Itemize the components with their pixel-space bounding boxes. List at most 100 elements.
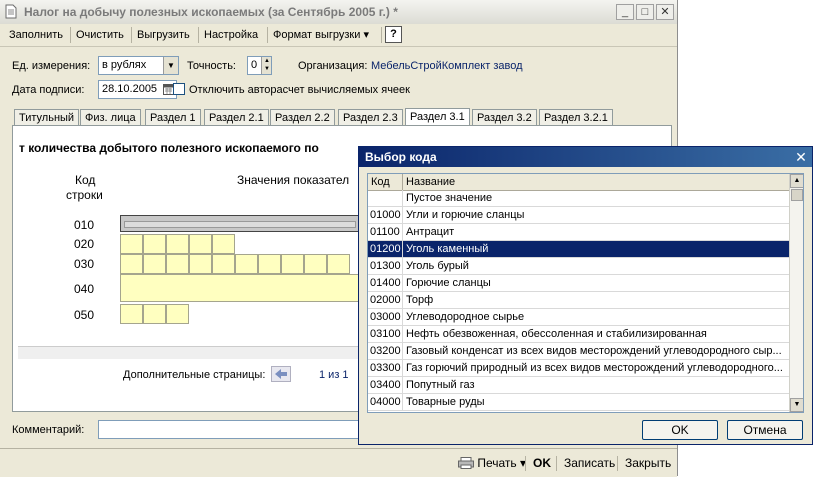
units-select[interactable]: в рублях ▼ bbox=[98, 56, 179, 75]
list-item[interactable]: 01300 Уголь бурый bbox=[368, 258, 789, 275]
col-row-label: строки bbox=[66, 188, 103, 202]
dropdown-arrow-icon[interactable]: ▼ bbox=[163, 57, 178, 74]
row-050-cell[interactable] bbox=[166, 304, 189, 324]
row-010-field[interactable] bbox=[120, 215, 360, 232]
precision-stepper[interactable]: 0 ▲ ▼ bbox=[247, 56, 272, 75]
tab-section-2-3[interactable]: Раздел 2.3 bbox=[338, 109, 403, 125]
list-item[interactable]: 03300 Газ горючий природный из всех видов… bbox=[368, 360, 789, 377]
row-030-cell[interactable] bbox=[120, 254, 143, 274]
tab-section-2-2[interactable]: Раздел 2.2 bbox=[270, 109, 335, 125]
scroll-down-icon[interactable]: ▼ bbox=[790, 398, 803, 412]
chevron-down-icon: ▾ bbox=[363, 29, 369, 41]
list-item[interactable]: 01400 Горючие сланцы bbox=[368, 275, 789, 292]
row-code-010: 010 bbox=[74, 218, 95, 232]
scroll-up-icon[interactable]: ▲ bbox=[790, 174, 803, 188]
tab-section-3-2[interactable]: Раздел 3.2 bbox=[472, 109, 537, 125]
toolbar-separator bbox=[70, 27, 71, 43]
row-030-cell[interactable] bbox=[143, 254, 166, 274]
toolbar: Заполнить Очистить Выгрузить Настройка Ф… bbox=[0, 24, 677, 47]
dialog-title-bar[interactable]: Выбор кода ✕ bbox=[359, 147, 812, 167]
list-item[interactable]: 03200 Газовый конденсат из всех видов мес… bbox=[368, 343, 789, 360]
sign-date-label: Дата подписи: bbox=[12, 84, 85, 96]
code-selection-dialog: Выбор кода ✕ Код Название Пустое значени… bbox=[358, 146, 813, 445]
tab-title[interactable]: Титульный bbox=[14, 109, 80, 125]
comment-input[interactable] bbox=[98, 420, 360, 439]
help-button[interactable]: ? bbox=[385, 26, 402, 43]
settings-button[interactable]: Настройка bbox=[200, 26, 262, 44]
comment-label: Комментарий: bbox=[12, 424, 85, 436]
status-separator bbox=[556, 456, 557, 471]
stepper-arrows-icon[interactable]: ▲ ▼ bbox=[261, 57, 271, 74]
tab-section-2-1[interactable]: Раздел 2.1 bbox=[204, 109, 269, 125]
fill-button[interactable]: Заполнить bbox=[5, 26, 67, 44]
list-item[interactable]: 02000 Торф bbox=[368, 292, 789, 309]
row-020-cell[interactable] bbox=[143, 234, 166, 254]
minimize-button[interactable]: _ bbox=[616, 4, 634, 20]
row-030-cell[interactable] bbox=[258, 254, 281, 274]
horizontal-scrollbar[interactable] bbox=[18, 346, 358, 359]
row-040-field[interactable] bbox=[120, 274, 360, 302]
col-code-label: Код bbox=[75, 173, 96, 187]
vertical-scrollbar[interactable]: ▲ ▼ bbox=[789, 174, 803, 412]
arrow-left-icon[interactable] bbox=[271, 366, 291, 382]
toolbar-separator bbox=[131, 27, 132, 43]
document-icon bbox=[5, 4, 17, 19]
tab-section-1[interactable]: Раздел 1 bbox=[145, 109, 201, 125]
organization-label: Организация: bbox=[298, 60, 368, 72]
list-item[interactable]: 03400 Попутный газ bbox=[368, 377, 789, 394]
scroll-thumb[interactable] bbox=[791, 189, 803, 201]
organization-link[interactable]: МебельСтройКомплект завод bbox=[371, 60, 523, 72]
section-heading: т количества добытого полезного ископаем… bbox=[19, 141, 319, 155]
print-button[interactable]: Печать ▾ bbox=[452, 453, 532, 473]
row-020-cell[interactable] bbox=[166, 234, 189, 254]
dialog-ok-button[interactable]: OK bbox=[642, 420, 718, 440]
close-form-button[interactable]: Закрыть bbox=[619, 453, 677, 473]
precision-label: Точность: bbox=[187, 60, 236, 72]
row-020-cell[interactable] bbox=[189, 234, 212, 254]
clear-button[interactable]: Очистить bbox=[72, 26, 128, 44]
dialog-close-icon[interactable]: ✕ bbox=[793, 149, 809, 165]
row-030-cell[interactable] bbox=[166, 254, 189, 274]
list-item[interactable]: 01100 Антрацит bbox=[368, 224, 789, 241]
tabs-row: Титульный Физ. лица Раздел 1 Раздел 2.1 … bbox=[12, 108, 672, 126]
tab-section-3-1[interactable]: Раздел 3.1 bbox=[405, 108, 470, 126]
row-code-040: 040 bbox=[74, 282, 95, 296]
status-bar: Печать ▾ OK Записать Закрыть bbox=[0, 448, 677, 477]
print-label: Печать bbox=[477, 456, 517, 470]
row-020-cell[interactable] bbox=[212, 234, 235, 254]
row-030-cell[interactable] bbox=[212, 254, 235, 274]
row-030-cell[interactable] bbox=[189, 254, 212, 274]
list-item[interactable]: 03100 Нефть обезвоженная, обессоленная и … bbox=[368, 326, 789, 343]
column-header-name[interactable]: Название bbox=[403, 174, 789, 190]
list-item[interactable]: 01000 Угли и горючие сланцы bbox=[368, 207, 789, 224]
row-050-cell[interactable] bbox=[143, 304, 166, 324]
list-header: Код Название bbox=[368, 174, 789, 191]
ok-button[interactable]: OK bbox=[527, 453, 557, 473]
code-list[interactable]: Код Название Пустое значение 01000 Угли и… bbox=[367, 173, 804, 413]
pages-count: 1 из 1 bbox=[319, 369, 349, 381]
row-030-cell[interactable] bbox=[327, 254, 350, 274]
precision-value: 0 bbox=[251, 59, 258, 71]
row-020-cell[interactable] bbox=[120, 234, 143, 254]
row-030-cell[interactable] bbox=[235, 254, 258, 274]
sign-date-field[interactable]: 28.10.2005 bbox=[98, 80, 177, 99]
list-item[interactable]: Пустое значение bbox=[368, 190, 789, 207]
column-header-code[interactable]: Код bbox=[368, 174, 403, 190]
list-item-selected[interactable]: 01200 Уголь каменный bbox=[368, 241, 789, 258]
title-bar[interactable]: Налог на добычу полезных ископаемых (за … bbox=[0, 0, 677, 25]
tab-individuals[interactable]: Физ. лица bbox=[80, 109, 141, 125]
list-item[interactable]: 04000 Товарные руды bbox=[368, 394, 789, 411]
list-item[interactable]: 03000 Углеводородное сырье bbox=[368, 309, 789, 326]
close-button[interactable]: ✕ bbox=[656, 4, 674, 20]
export-format-button[interactable]: Формат выгрузки ▾ bbox=[269, 26, 373, 44]
tab-section-3-2-1[interactable]: Раздел 3.2.1 bbox=[539, 109, 613, 125]
save-button[interactable]: Записать bbox=[558, 453, 621, 473]
row-030-cell[interactable] bbox=[281, 254, 304, 274]
export-button[interactable]: Выгрузить bbox=[133, 26, 194, 44]
row-030-cell[interactable] bbox=[304, 254, 327, 274]
maximize-button[interactable]: □ bbox=[636, 4, 654, 20]
row-050-cell[interactable] bbox=[120, 304, 143, 324]
autocalc-checkbox[interactable] bbox=[173, 83, 185, 95]
row-code-030: 030 bbox=[74, 257, 95, 271]
dialog-cancel-button[interactable]: Отмена bbox=[727, 420, 803, 440]
